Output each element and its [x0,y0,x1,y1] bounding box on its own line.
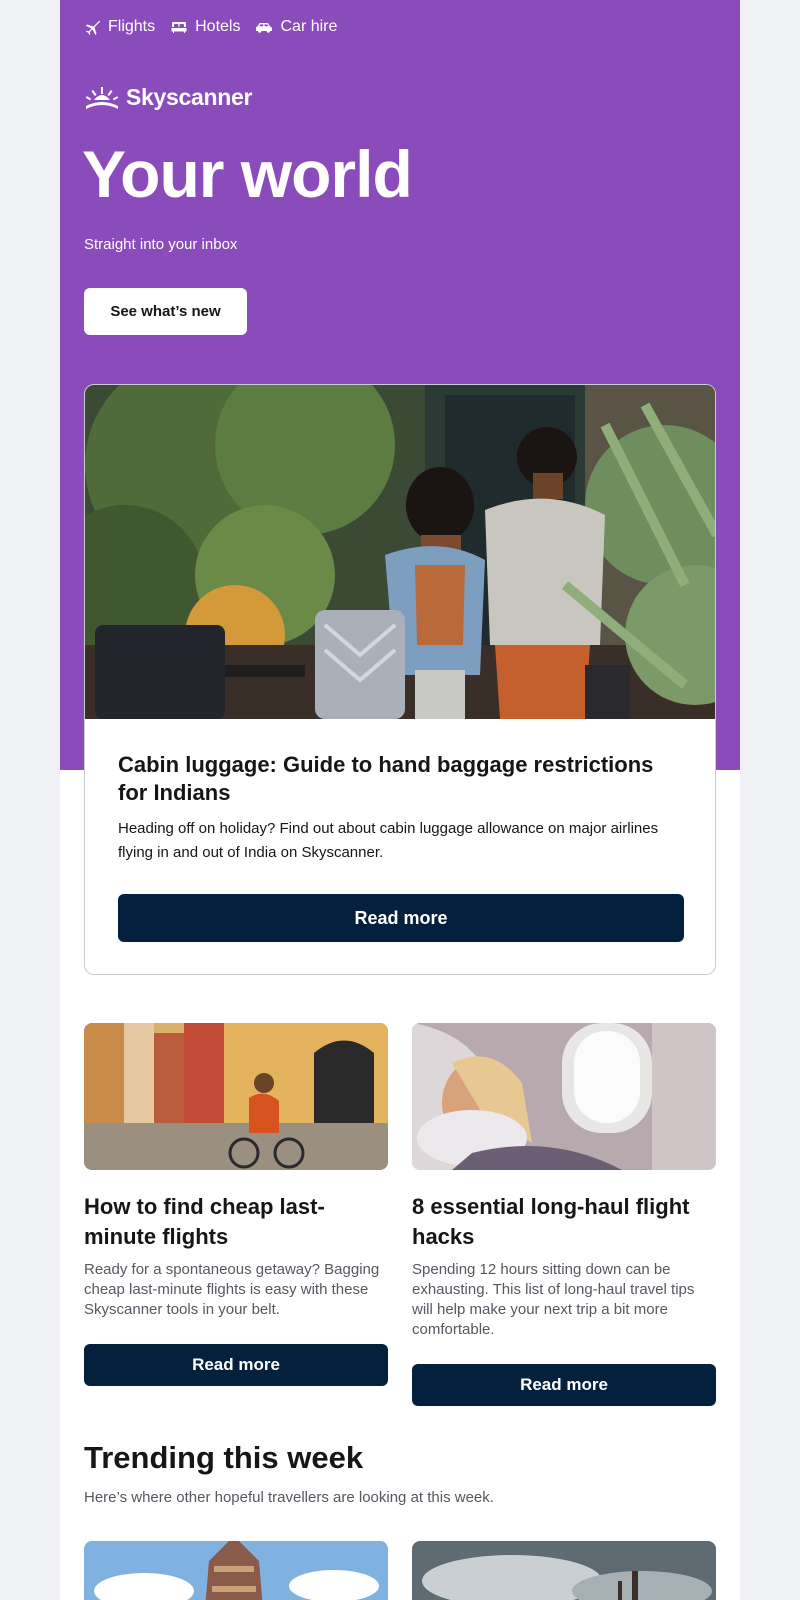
trending-subtitle: Here’s where other hopeful travellers ar… [84,1489,494,1506]
feature-description: Heading off on holiday? Find out about c… [118,820,659,861]
plane-icon [85,20,100,35]
skyscanner-logo[interactable]: Skyscanner [84,84,252,111]
article-read-more-button[interactable]: Read more [412,1364,716,1406]
couple-with-luggage-image[interactable] [85,385,715,719]
sunrise-logo-icon [85,86,119,109]
feature-title[interactable]: Cabin luggage: Guide to hand baggage res… [118,751,688,807]
article-description: Ready for a spontaneous getaway? Bagging… [84,1261,380,1318]
bed-icon [171,22,187,33]
article-card-cheap-flights: How to find cheap last-minute flights Re… [84,1023,388,1386]
article-read-more-button[interactable]: Read more [84,1344,388,1386]
top-nav: Flights Hotels Car hire [84,18,337,36]
nav-hotels-label: Hotels [195,18,241,35]
car-icon [256,23,273,33]
nav-car-hire-label: Car hire [280,18,338,35]
article-description: Spending 12 hours sitting down can be ex… [412,1261,695,1338]
trending-destination-image[interactable] [84,1541,388,1600]
email-container: Flights Hotels Car hire Skyscanner Your … [60,0,740,1600]
sleeping-passenger-image[interactable] [412,1023,716,1170]
article-title[interactable]: 8 essential long-haul flight hacks [412,1192,716,1252]
nav-flights-label: Flights [108,18,156,35]
see-whats-new-button[interactable]: See what’s new [84,288,247,335]
article-title[interactable]: How to find cheap last-minute flights [84,1192,388,1252]
hero-title: Your world [82,137,413,211]
nav-hotels[interactable]: Hotels [171,18,240,36]
feature-read-more-button[interactable]: Read more [118,894,684,942]
trending-title: Trending this week [84,1440,364,1475]
logo-wordmark: Skyscanner [126,84,253,110]
nav-car-hire[interactable]: Car hire [256,18,337,36]
nav-flights[interactable]: Flights [84,18,155,36]
cyclist-street-image[interactable] [84,1023,388,1170]
article-card-long-haul: 8 essential long-haul flight hacks Spend… [412,1023,716,1406]
feature-article-card: Cabin luggage: Guide to hand baggage res… [84,384,716,975]
hero-subtitle: Straight into your inbox [84,236,238,253]
trending-destination-image[interactable] [412,1541,716,1600]
